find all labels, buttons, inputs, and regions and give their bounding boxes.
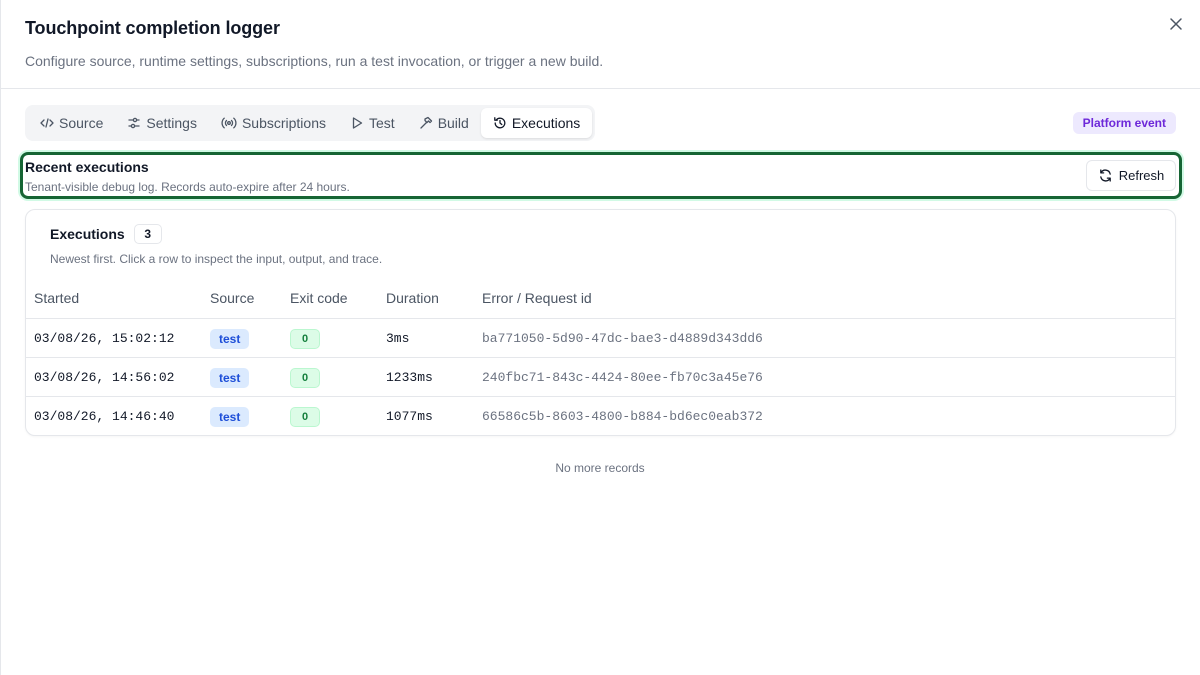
tab-label: Test: [369, 115, 395, 131]
source-badge: test: [210, 406, 250, 427]
column-exit-code: Exit code: [290, 290, 348, 306]
dialog-header: Touchpoint completion logger Configure s…: [0, 0, 1200, 89]
tab-subscriptions[interactable]: Subscriptions: [209, 108, 338, 138]
tab-bar: Source Settings Subscriptions Test Build…: [25, 105, 596, 141]
executions-header: Executions 3: [50, 224, 162, 244]
started-cell: 03/08/26, 14:46:40: [34, 409, 175, 424]
table-row[interactable]: 03/08/26, 15:02:12 test 0 3ms ba771050-5…: [26, 319, 1175, 358]
broadcast-icon: [221, 117, 237, 129]
column-request-id: Error / Request id: [482, 290, 592, 306]
exit-code-badge: 0: [290, 406, 320, 427]
tab-label: Settings: [146, 115, 197, 131]
table-row[interactable]: 03/08/26, 14:46:40 test 0 1077ms 66586c5…: [26, 397, 1175, 435]
code-icon: [40, 118, 54, 128]
dialog-subtitle: Configure source, runtime settings, subs…: [25, 53, 604, 69]
history-icon: [493, 117, 506, 129]
source-badge: test: [210, 328, 250, 349]
close-icon: [1170, 18, 1182, 30]
tab-test[interactable]: Test: [338, 108, 407, 138]
executions-title: Executions: [50, 226, 125, 242]
dialog-title: Touchpoint completion logger: [25, 18, 280, 38]
column-source: Source: [210, 290, 255, 306]
tab-build[interactable]: Build: [407, 108, 481, 138]
platform-event-badge: Platform event: [1072, 112, 1176, 134]
tab-label: Subscriptions: [241, 115, 326, 131]
request-id-cell: ba771050-5d90-47dc-bae3-d4889d343dd6: [482, 331, 763, 346]
refresh-label: Refresh: [1118, 168, 1165, 183]
started-cell: 03/08/26, 15:02:12: [34, 331, 175, 346]
executions-description: Newest first. Click a row to inspect the…: [50, 252, 383, 266]
refresh-icon: [1099, 169, 1111, 182]
tab-label: Executions: [511, 115, 581, 131]
executions-card: Executions 3 Newest first. Click a row t…: [25, 209, 1176, 436]
section-title: Recent executions: [25, 159, 149, 175]
request-id-cell: 66586c5b-8603-4800-b884-bd6ec0eab372: [482, 409, 763, 424]
dialog-left-border: [0, 0, 1, 675]
refresh-button[interactable]: Refresh: [1086, 160, 1176, 191]
source-badge: test: [210, 367, 250, 388]
hammer-icon: [420, 116, 432, 129]
column-duration: Duration: [386, 290, 439, 306]
exit-code-badge: 0: [290, 367, 320, 388]
recent-executions-section: Recent executions Tenant-visible debug l…: [20, 152, 1182, 199]
table-header: Started Source Exit code Duration Error …: [26, 282, 1175, 319]
duration-cell: 1233ms: [386, 370, 433, 385]
tab-executions[interactable]: Executions: [480, 108, 593, 138]
tab-settings[interactable]: Settings: [115, 108, 209, 138]
section-description: Tenant-visible debug log. Records auto-e…: [25, 180, 350, 194]
tab-label: Build: [437, 115, 469, 131]
sliders-icon: [128, 117, 141, 129]
play-icon: [352, 117, 363, 129]
tab-label: Source: [59, 115, 104, 131]
no-more-records: No more records: [555, 461, 645, 475]
exit-code-badge: 0: [290, 328, 320, 349]
duration-cell: 3ms: [386, 331, 410, 346]
close-button[interactable]: [1166, 14, 1186, 34]
started-cell: 03/08/26, 14:56:02: [34, 370, 175, 385]
executions-count-badge: 3: [133, 224, 162, 244]
request-id-cell: 240fbc71-843c-4424-80ee-fb70c3a45e76: [482, 370, 763, 385]
duration-cell: 1077ms: [386, 409, 433, 424]
table-row[interactable]: 03/08/26, 14:56:02 test 0 1233ms 240fbc7…: [26, 358, 1175, 397]
column-started: Started: [34, 290, 80, 306]
tab-source[interactable]: Source: [28, 108, 115, 138]
